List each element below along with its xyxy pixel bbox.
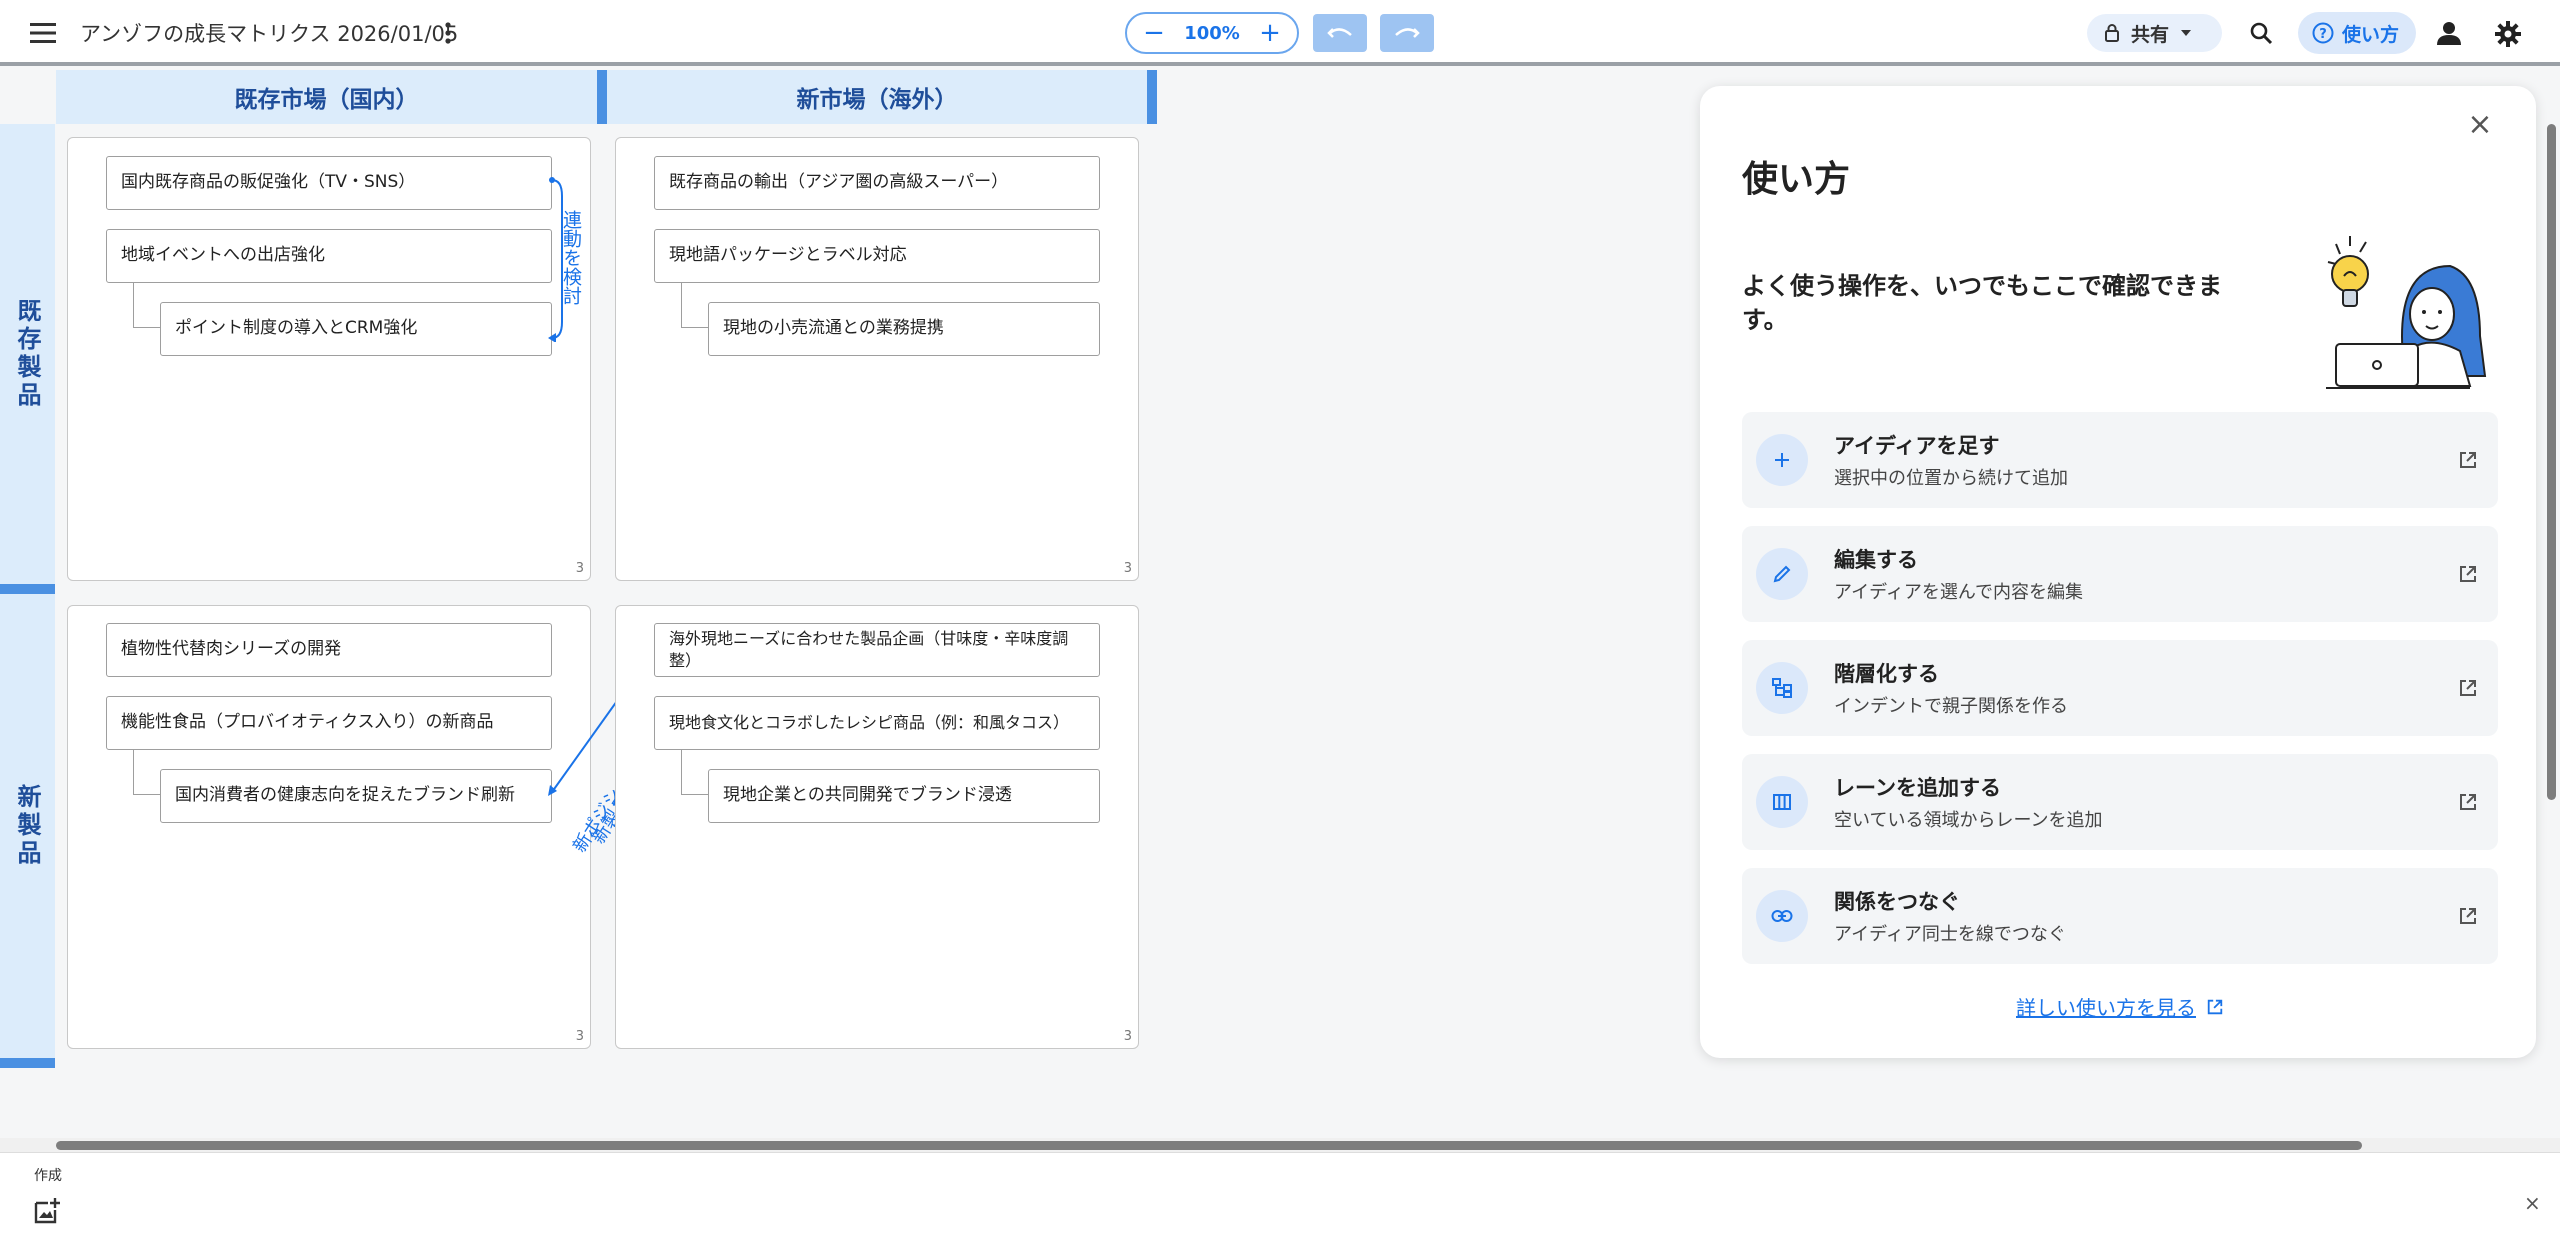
horizontal-scrollbar-thumb[interactable] <box>56 1141 2362 1150</box>
relation-link-label[interactable]: 連動を検討 <box>558 210 585 305</box>
open-external-icon[interactable] <box>2458 792 2478 812</box>
lock-icon <box>2105 24 2119 42</box>
svg-text:?: ? <box>2319 27 2327 42</box>
help-item-title: レーンを追加する <box>1834 776 2001 800</box>
close-icon[interactable]: × <box>2466 107 2494 142</box>
search-icon[interactable] <box>2244 16 2278 50</box>
help-button[interactable]: ? 使い方 <box>2298 12 2416 54</box>
menu-icon[interactable] <box>26 20 60 46</box>
help-panel-title: 使い方 <box>1742 159 1851 200</box>
help-item-add-idea[interactable]: アイディアを足す 選択中の位置から続けて追加 <box>1742 412 2498 508</box>
idea-card[interactable]: 既存商品の輸出（アジア圏の高級スーパー） <box>654 156 1100 210</box>
hierarchy-connector <box>681 283 708 328</box>
hierarchy-connector <box>133 283 160 328</box>
close-create-panel-icon[interactable]: × <box>2524 1191 2541 1215</box>
redo-button[interactable] <box>1380 14 1434 52</box>
cell-item-count: 3 <box>1123 561 1132 576</box>
row-header-label: 新製品 <box>13 784 41 868</box>
zoom-value[interactable]: 100% <box>1184 23 1240 44</box>
help-item-add-lane[interactable]: レーンを追加する 空いている領域からレーンを追加 <box>1742 754 2498 850</box>
link-icon <box>1756 890 1808 942</box>
hierarchy-connector <box>133 750 160 795</box>
settings-gear-icon[interactable] <box>2490 16 2526 52</box>
create-panel-label: 作成 <box>34 1168 62 1184</box>
row-lane-bar[interactable] <box>0 584 55 594</box>
pencil-icon <box>1756 548 1808 600</box>
idea-card[interactable]: 現地語パッケージとラベル対応 <box>654 229 1100 283</box>
detailed-help-link[interactable]: 詳しい使い方を見る <box>2016 992 2224 1021</box>
row-lane-bar[interactable] <box>0 1058 55 1068</box>
share-button[interactable]: 共有 <box>2087 14 2222 52</box>
help-item-hierarchy[interactable]: 階層化する インデントで親子関係を作る <box>1742 640 2498 736</box>
person-with-laptop-illustration <box>2326 236 2487 389</box>
add-image-icon[interactable] <box>32 1196 64 1228</box>
help-circle-icon: ? <box>2312 22 2334 44</box>
row-header-existing[interactable]: 既存製品 <box>0 124 55 584</box>
idea-card[interactable]: 現地企業との共同開発でブランド浸透 <box>708 769 1100 823</box>
more-vert-icon[interactable] <box>438 16 458 50</box>
column-lane-bar[interactable] <box>1147 70 1157 124</box>
help-item-desc: 選択中の位置から続けて追加 <box>1834 468 2068 489</box>
help-item-connect[interactable]: 関係をつなぐ アイディア同士を線でつなぐ <box>1742 868 2498 964</box>
help-item-edit[interactable]: 編集する アイディアを選んで内容を編集 <box>1742 526 2498 622</box>
idea-card[interactable]: 地域イベントへの出店強化 <box>106 229 552 283</box>
undo-button[interactable] <box>1313 14 1367 52</box>
help-panel-subtitle: よく使う操作を、いつでもここで確認できます。 <box>1742 272 2222 334</box>
cell-item-count: 3 <box>575 561 584 576</box>
help-item-title: 編集する <box>1834 548 1918 572</box>
lane-columns-icon <box>1756 776 1808 828</box>
column-lane-bar[interactable] <box>597 70 607 124</box>
zoom-in-button[interactable]: + <box>1259 20 1281 46</box>
plus-icon <box>1756 434 1808 486</box>
column-header-overseas[interactable]: 新市場（海外） <box>607 70 1147 124</box>
open-external-icon[interactable] <box>2458 906 2478 926</box>
idea-card[interactable]: ポイント制度の導入とCRM強化 <box>160 302 552 356</box>
help-panel: × 使い方 よく使う操作を、いつでもここで確認できます。 アイディアを足す 選択… <box>1700 86 2536 1058</box>
help-label: 使い方 <box>2342 23 2400 46</box>
row-header-new[interactable]: 新製品 <box>0 594 55 1058</box>
cell-item-count: 3 <box>575 1029 584 1044</box>
document-title[interactable]: アンゾフの成長マトリクス 2026/01/05 <box>80 18 458 48</box>
redo-icon <box>1395 28 1420 38</box>
zoom-out-button[interactable]: − <box>1143 20 1165 46</box>
idea-card[interactable]: 現地の小売流通との業務提携 <box>708 302 1100 356</box>
open-external-icon[interactable] <box>2458 678 2478 698</box>
idea-card[interactable]: 植物性代替肉シリーズの開発 <box>106 623 552 677</box>
create-panel: 作成 × <box>0 1152 2560 1240</box>
share-label: 共有 <box>2131 23 2170 46</box>
idea-card[interactable]: 国内消費者の健康志向を捉えたブランド刷新 <box>160 769 552 823</box>
help-item-desc: インデントで親子関係を作る <box>1834 696 2068 717</box>
open-external-icon[interactable] <box>2458 564 2478 584</box>
open-external-icon[interactable] <box>2458 450 2478 470</box>
caret-down-icon <box>2181 30 2192 36</box>
detailed-help-link-label: 詳しい使い方を見る <box>2016 996 2196 1020</box>
zoom-control: − 100% + <box>1125 12 1299 54</box>
help-item-desc: アイディアを選んで内容を編集 <box>1834 582 2083 603</box>
open-external-icon <box>2207 999 2223 1014</box>
help-item-desc: 空いている領域からレーンを追加 <box>1834 810 2103 831</box>
help-item-title: 関係をつなぐ <box>1834 890 1960 914</box>
undo-icon <box>1327 28 1352 38</box>
idea-card[interactable]: 機能性食品（プロバイオティクス入り）の新商品 <box>106 696 552 750</box>
hierarchy-connector <box>681 750 708 795</box>
help-item-title: 階層化する <box>1834 662 1939 686</box>
row-header-label: 既存製品 <box>13 298 41 410</box>
idea-card[interactable]: 海外現地ニーズに合わせた製品企画（甘味度・辛味度調整） <box>654 623 1100 677</box>
account-icon[interactable] <box>2432 16 2466 50</box>
idea-card[interactable]: 現地食文化とコラボしたレシピ商品（例：和風タコス） <box>654 696 1100 750</box>
hierarchy-icon <box>1756 662 1808 714</box>
help-item-desc: アイディア同士を線でつなぐ <box>1834 924 2066 945</box>
vertical-scrollbar-thumb[interactable] <box>2547 124 2556 800</box>
top-bar: アンゾフの成長マトリクス 2026/01/05 − 100% + 共有 ? 使い… <box>0 0 2560 66</box>
help-item-title: アイディアを足す <box>1834 434 2000 458</box>
cell-item-count: 3 <box>1123 1029 1132 1044</box>
column-header-domestic[interactable]: 既存市場（国内） <box>56 70 597 124</box>
idea-card[interactable]: 国内既存商品の販促強化（TV・SNS） <box>106 156 552 210</box>
